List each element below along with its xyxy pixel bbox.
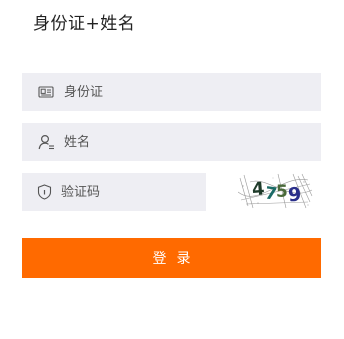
id-card-input[interactable] — [64, 73, 321, 111]
login-page: 身份证+姓名 身份证 姓名 验证码 4 7 5 9 登录 — [0, 0, 344, 339]
captcha-field[interactable] — [22, 173, 231, 211]
name-field[interactable] — [22, 123, 321, 161]
svg-text:4: 4 — [251, 178, 265, 200]
user-icon — [37, 133, 55, 151]
svg-text:5: 5 — [276, 182, 288, 202]
captcha-input[interactable] — [61, 173, 231, 211]
svg-text:9: 9 — [287, 183, 302, 206]
shield-icon — [37, 183, 52, 201]
login-button[interactable]: 登录 — [22, 238, 321, 278]
id-card-field[interactable] — [22, 73, 321, 111]
captcha-image[interactable]: 4 7 5 9 — [238, 172, 313, 210]
id-card-icon — [37, 83, 55, 101]
name-input[interactable] — [64, 123, 321, 161]
page-title: 身份证+姓名 — [33, 14, 136, 34]
